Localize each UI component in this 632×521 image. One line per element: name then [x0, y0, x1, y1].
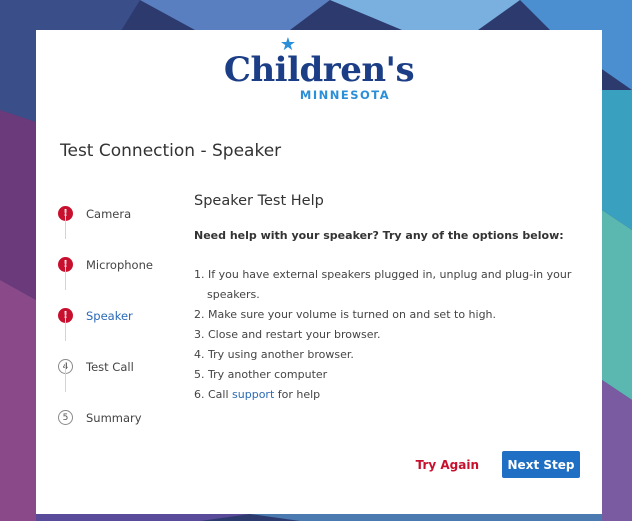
list-item: 4. Try using another browser. — [194, 348, 354, 361]
list-item: 1. If you have external speakers plugged… — [194, 268, 572, 301]
step-test-call[interactable]: 4 Test Call — [55, 341, 185, 392]
connection-test-card: ★ Children's MINNESOTA Test Connection -… — [36, 30, 602, 514]
step-label: Test Call — [86, 359, 134, 374]
step-connector — [65, 210, 66, 239]
help-list: 1. If you have external speakers plugged… — [194, 265, 589, 405]
next-step-button[interactable]: Next Step — [502, 451, 580, 478]
action-bar: Try Again Next Step — [416, 451, 580, 478]
step-list: ! Camera ! Microphone ! Speaker 4 Test C… — [55, 188, 185, 443]
try-again-button[interactable]: Try Again — [416, 458, 479, 472]
star-icon: ★ — [279, 34, 296, 55]
step-connector — [65, 312, 66, 341]
page-title: Test Connection - Speaker — [60, 141, 282, 161]
list-item: 6. Call support for help — [194, 388, 321, 401]
step-camera[interactable]: ! Camera — [55, 188, 185, 239]
step-label: Microphone — [86, 257, 153, 272]
step-label: Camera — [86, 206, 132, 221]
help-title: Speaker Test Help — [194, 193, 324, 209]
support-link[interactable]: support — [232, 388, 274, 401]
list-item: 2. Make sure your volume is turned on an… — [194, 308, 497, 321]
step-speaker[interactable]: ! Speaker — [55, 290, 185, 341]
step-label: Speaker — [86, 308, 133, 323]
step-summary[interactable]: 5 Summary — [55, 392, 185, 443]
childrens-minnesota-logo: ★ Children's MINNESOTA — [36, 36, 602, 103]
step-connector — [65, 261, 66, 290]
list-item: 3. Close and restart your browser. — [194, 328, 381, 341]
help-panel: Speaker Test Help Need help with your sp… — [194, 193, 589, 405]
step-number-icon: 5 — [58, 410, 73, 425]
step-microphone[interactable]: ! Microphone — [55, 239, 185, 290]
step-label: Summary — [86, 410, 142, 425]
logo-sub-text: MINNESOTA — [299, 88, 391, 102]
help-intro: Need help with your speaker? Try any of … — [194, 229, 564, 242]
logo-brand-text: Children's — [223, 50, 415, 90]
list-item: 5. Try another computer — [194, 368, 328, 381]
step-connector — [65, 363, 66, 392]
